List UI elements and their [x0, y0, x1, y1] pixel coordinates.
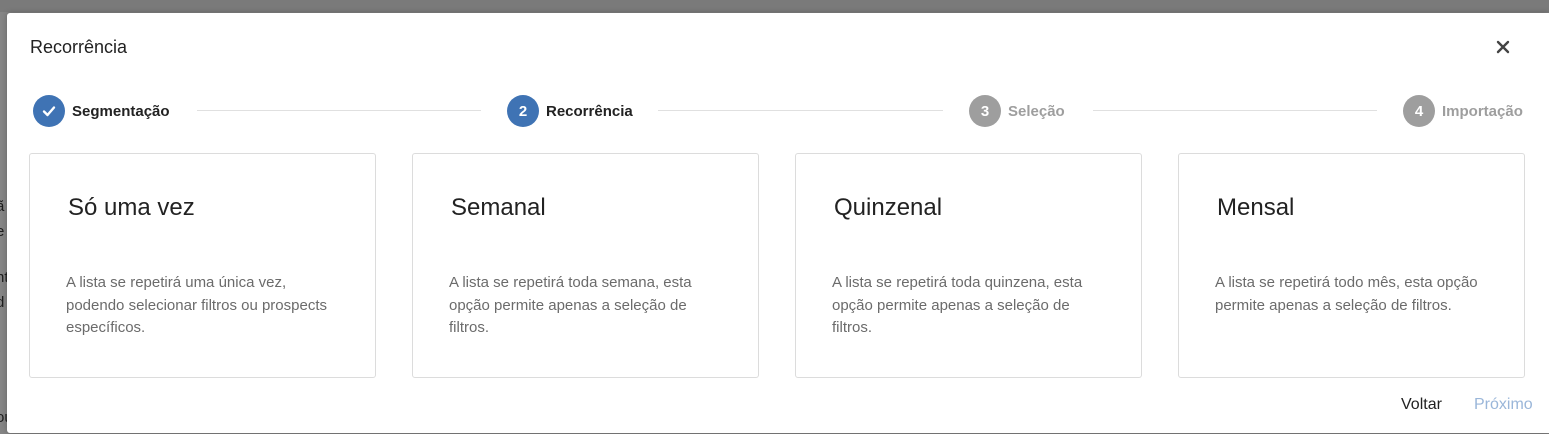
back-button[interactable]: Voltar — [1397, 394, 1446, 416]
background-text-fragment: ) — [0, 342, 1, 359]
recurrence-modal: Recorrência Segmentação 2 Recorrência 3 … — [7, 13, 1549, 433]
step-importacao[interactable]: 4 Importação — [1403, 95, 1523, 127]
option-description: A lista se repetirá uma única vez, poden… — [66, 274, 327, 336]
step-connector — [1093, 110, 1377, 111]
option-description: A lista se repetirá todo mês, esta opção… — [1215, 274, 1478, 314]
step-segmentacao[interactable]: Segmentação — [33, 95, 170, 127]
background-text-fragment: ã — [0, 198, 5, 215]
step-connector — [197, 110, 481, 111]
step-label: Recorrência — [546, 102, 633, 120]
check-icon — [42, 106, 56, 117]
step-connector — [658, 110, 943, 111]
step-selecao[interactable]: 3 Seleção — [969, 95, 1065, 127]
background-text-fragment: d — [0, 294, 5, 311]
step-label: Seleção — [1008, 102, 1065, 120]
background-text-fragment: e — [0, 223, 5, 240]
step-label: Segmentação — [72, 102, 170, 120]
option-description: A lista se repetirá toda semana, esta op… — [449, 274, 692, 336]
option-title: Mensal — [1217, 194, 1295, 221]
option-card-quinzenal[interactable]: Quinzenal A lista se repetirá toda quinz… — [795, 153, 1142, 378]
option-title: Só uma vez — [68, 194, 195, 221]
stepper: Segmentação 2 Recorrência 3 Seleção 4 Im… — [7, 13, 1549, 153]
background-top-bar — [0, 0, 1549, 12]
step-number: 3 — [969, 95, 1001, 127]
option-title: Semanal — [451, 194, 546, 221]
step-label: Importação — [1442, 102, 1523, 120]
step-recorrencia[interactable]: 2 Recorrência — [507, 95, 633, 127]
step-number: 4 — [1403, 95, 1435, 127]
option-description: A lista se repetirá toda quinzena, esta … — [832, 274, 1083, 336]
option-card-mensal[interactable]: Mensal A lista se repetirá todo mês, est… — [1178, 153, 1525, 378]
option-card-so-uma-vez[interactable]: Só uma vez A lista se repetirá uma única… — [29, 153, 376, 378]
step-completed-indicator — [33, 95, 65, 127]
option-card-semanal[interactable]: Semanal A lista se repetirá toda semana,… — [412, 153, 759, 378]
next-button[interactable]: Próximo — [1470, 394, 1537, 416]
step-number: 2 — [507, 95, 539, 127]
option-title: Quinzenal — [834, 194, 943, 221]
